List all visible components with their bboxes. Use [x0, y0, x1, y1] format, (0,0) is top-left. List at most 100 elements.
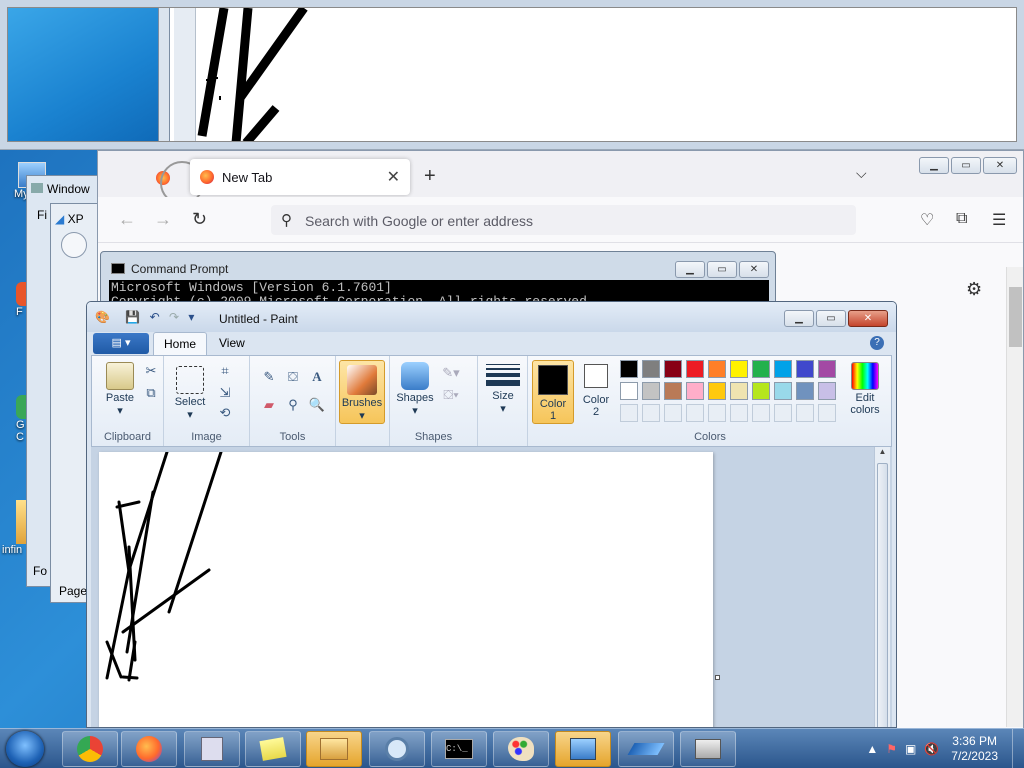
resize-handle[interactable]	[715, 675, 720, 680]
palette-color-swatch[interactable]	[818, 382, 836, 400]
undo-icon[interactable]: ↶	[150, 310, 160, 324]
taskbar-explorer[interactable]	[184, 731, 240, 767]
taskbar-fax[interactable]	[680, 731, 736, 767]
maximize-button[interactable]: ▭	[816, 310, 846, 327]
palette-color-swatch[interactable]	[796, 382, 814, 400]
close-button[interactable]: ✕	[848, 310, 888, 327]
magnifier-icon[interactable]: 🔍	[308, 396, 326, 414]
start-button[interactable]	[6, 731, 44, 767]
show-hidden-icons[interactable]: ▲	[866, 742, 878, 756]
palette-color-swatch[interactable]	[752, 382, 770, 400]
palette-color-swatch[interactable]	[818, 360, 836, 378]
cut-icon[interactable]: ✂	[142, 362, 160, 380]
settings-gear-icon[interactable]: ⚙	[966, 279, 982, 300]
palette-custom-slot[interactable]	[620, 404, 638, 422]
pocket-icon[interactable]: ♡	[920, 210, 934, 230]
maximize-button[interactable]: ▭	[951, 157, 981, 174]
palette-custom-slot[interactable]	[818, 404, 836, 422]
maximize-button[interactable]: ▭	[707, 261, 737, 278]
show-desktop-button[interactable]	[1012, 729, 1024, 768]
paint-menu-button[interactable]: ▤ ▾	[93, 333, 149, 354]
clock[interactable]: 3:36 PM 7/2/2023	[951, 734, 998, 764]
customize-qat-icon[interactable]: ▾	[188, 310, 194, 324]
page-scrollbar[interactable]	[1006, 267, 1023, 727]
color-picker-icon[interactable]: ⚲	[284, 396, 302, 414]
palette-color-swatch[interactable]	[664, 360, 682, 378]
taskbar-chrome[interactable]	[62, 731, 118, 767]
text-icon[interactable]: A	[308, 368, 326, 386]
paste-button[interactable]: Paste ▾	[98, 362, 142, 417]
palette-custom-slot[interactable]	[686, 404, 704, 422]
extensions-icon[interactable]: ⧉	[956, 210, 967, 228]
palette-color-swatch[interactable]	[730, 382, 748, 400]
palette-custom-slot[interactable]	[642, 404, 660, 422]
brushes-button[interactable]: Brushes ▾	[339, 360, 385, 424]
scroll-up-icon[interactable]: ▲	[875, 447, 890, 456]
palette-color-swatch[interactable]	[774, 382, 792, 400]
palette-color-swatch[interactable]	[708, 360, 726, 378]
new-tab-button[interactable]: +	[424, 165, 436, 188]
scrollbar-thumb[interactable]	[1009, 287, 1022, 347]
palette-color-swatch[interactable]	[686, 382, 704, 400]
palette-color-swatch[interactable]	[752, 360, 770, 378]
palette-custom-slot[interactable]	[730, 404, 748, 422]
redo-icon[interactable]: ↷	[169, 310, 179, 324]
palette-color-swatch[interactable]	[620, 382, 638, 400]
taskbar-remote-desktop[interactable]	[555, 731, 611, 767]
back-arrow-icon[interactable]: ←	[118, 209, 136, 230]
select-button[interactable]: Select ▾	[172, 366, 208, 421]
help-icon[interactable]: ?	[870, 336, 884, 350]
color1-button[interactable]: Color 1	[532, 360, 574, 424]
canvas-scrollbar[interactable]: ▲	[874, 447, 890, 727]
palette-color-swatch[interactable]	[730, 360, 748, 378]
minimize-button[interactable]: ▁	[675, 261, 705, 278]
save-icon[interactable]: 💾	[125, 310, 140, 324]
palette-color-swatch[interactable]	[708, 382, 726, 400]
taskbar-sticky-notes[interactable]	[245, 731, 301, 767]
fill-icon[interactable]: ⛋	[284, 368, 302, 386]
taskbar-magnifier[interactable]	[369, 731, 425, 767]
palette-color-swatch[interactable]	[642, 382, 660, 400]
taskbar-firefox[interactable]	[121, 731, 177, 767]
palette-custom-slot[interactable]	[796, 404, 814, 422]
back-button[interactable]	[61, 232, 87, 258]
close-tab-icon[interactable]: ✕	[387, 167, 400, 187]
taskbar-paint[interactable]	[493, 731, 549, 767]
url-bar[interactable]: ⚲ Search with Google or enter address	[271, 205, 856, 235]
paint-window[interactable]: 🎨 💾 ↶ ↷ ▾ Untitled - Paint ▁ ▭ ✕ ▤ ▾ Hom…	[86, 301, 897, 728]
palette-custom-slot[interactable]	[774, 404, 792, 422]
copy-icon[interactable]: ⧉	[142, 384, 160, 402]
palette-custom-slot[interactable]	[752, 404, 770, 422]
palette-color-swatch[interactable]	[796, 360, 814, 378]
action-center-icon[interactable]: ⚑	[886, 742, 897, 756]
resize-icon[interactable]: ⇲	[216, 384, 234, 402]
outline-icon[interactable]: ✎▾	[442, 364, 460, 382]
taskbar-xp-app[interactable]	[618, 731, 674, 767]
crop-icon[interactable]: ⌗	[216, 362, 234, 380]
list-tabs-button[interactable]: ⌵	[856, 165, 867, 182]
reload-icon[interactable]: ↻	[192, 209, 207, 230]
taskbar-file-explorer[interactable]	[306, 731, 362, 767]
edit-colors-button[interactable]: Edit colors	[844, 362, 886, 416]
taskbar-cmd[interactable]: C:\_	[431, 731, 487, 767]
tab-home[interactable]: Home	[153, 332, 207, 356]
fill-shape-icon[interactable]: ⛋▾	[442, 386, 460, 404]
network-icon[interactable]: ▣	[905, 742, 916, 756]
tab-new-tab[interactable]: New Tab ✕	[190, 159, 410, 195]
close-button[interactable]: ✕	[739, 261, 769, 278]
eraser-icon[interactable]: ▰	[260, 396, 278, 414]
tab-view[interactable]: View	[219, 336, 245, 350]
shapes-button[interactable]: Shapes ▾	[394, 362, 436, 417]
volume-icon[interactable]: 🔇	[924, 742, 939, 756]
rotate-icon[interactable]: ⟲	[216, 404, 234, 422]
palette-color-swatch[interactable]	[664, 382, 682, 400]
size-button[interactable]: Size ▾	[482, 362, 524, 415]
palette-color-swatch[interactable]	[774, 360, 792, 378]
palette-custom-slot[interactable]	[664, 404, 682, 422]
menu-item-file[interactable]: Fi	[37, 208, 47, 222]
forward-arrow-icon[interactable]: →	[154, 209, 172, 230]
menu-icon[interactable]: ☰	[992, 210, 1006, 230]
minimize-button[interactable]: ▁	[919, 157, 949, 174]
close-button[interactable]: ✕	[983, 157, 1017, 174]
minimize-button[interactable]: ▁	[784, 310, 814, 327]
